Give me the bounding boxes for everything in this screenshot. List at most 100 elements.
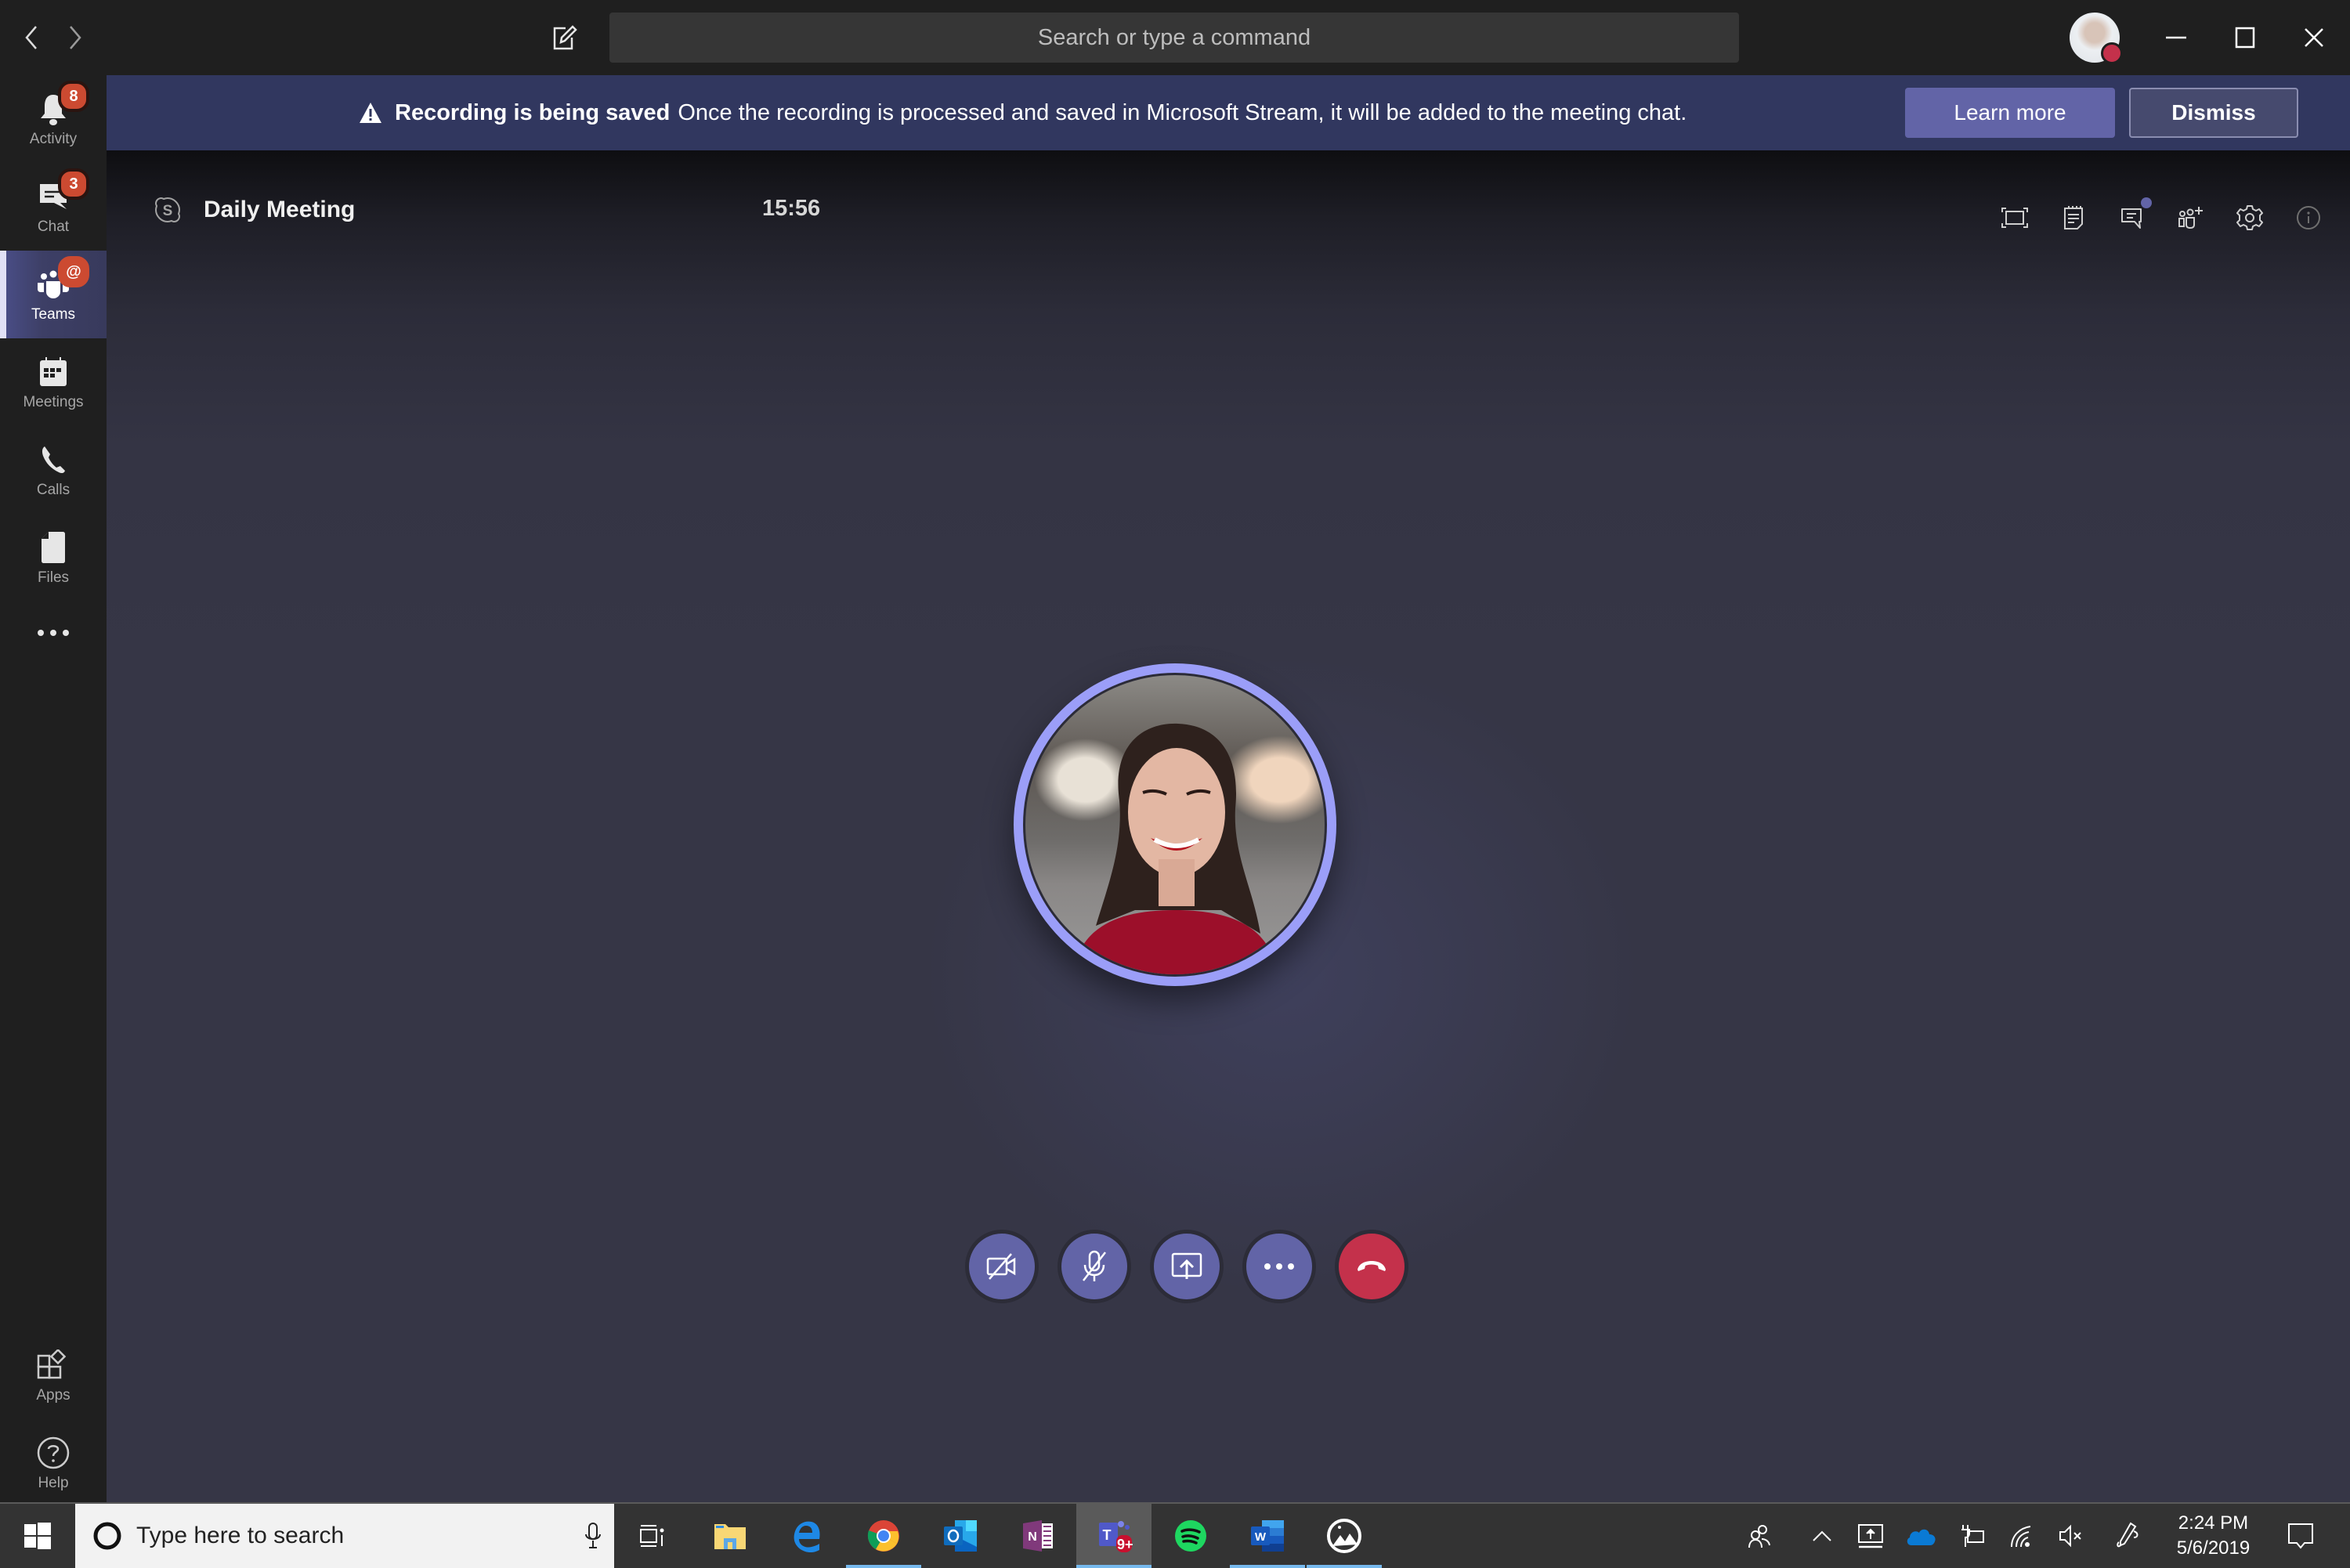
volume-muted-icon (2059, 1524, 2081, 1548)
device-settings-button[interactable] (2220, 201, 2279, 235)
settings-icon (2236, 205, 2263, 230)
chevron-right-icon (70, 26, 81, 49)
tray-volume[interactable] (2046, 1504, 2096, 1568)
meeting-header: S Daily Meeting (154, 186, 355, 233)
meeting-info-button[interactable] (2279, 201, 2337, 235)
meeting-header-actions (1985, 197, 2337, 235)
svg-text:N: N (1028, 1530, 1037, 1544)
skype-icon: S (154, 197, 181, 223)
command-search-box[interactable]: Search or type a command (609, 13, 1739, 63)
taskbar-file-explorer[interactable] (692, 1504, 768, 1568)
sidebar-item-more[interactable] (0, 602, 107, 664)
conversation-icon (2120, 208, 2142, 229)
pen-icon (2117, 1522, 2138, 1548)
fullscreen-button[interactable] (1985, 201, 2044, 235)
camera-toggle-button[interactable] (965, 1230, 1039, 1303)
dismiss-button[interactable]: Dismiss (2129, 88, 2298, 138)
minimize-button[interactable] (2153, 16, 2200, 60)
sidebar-item-teams[interactable]: @ Teams (0, 251, 107, 338)
sidebar-item-help[interactable]: Help (0, 1419, 107, 1507)
taskbar-teams[interactable]: T 9+ (1076, 1504, 1152, 1568)
windows-taskbar: Type here to search N T 9+ W 2:24 PM 5/6… (0, 1502, 2350, 1568)
camera-off-icon (986, 1253, 1016, 1280)
microphone-toggle-button[interactable] (1058, 1230, 1131, 1303)
taskbar-onenote[interactable]: N (1000, 1504, 1075, 1568)
sidebar-item-label: Calls (36, 482, 70, 498)
notifications-icon (2288, 1523, 2313, 1549)
clock-date: 5/6/2019 (2176, 1537, 2251, 1559)
sidebar-item-label: Files (37, 569, 70, 586)
forward-button[interactable] (60, 19, 91, 56)
file-explorer-icon (714, 1524, 746, 1549)
apps-icon (37, 1349, 67, 1379)
svg-text:T: T (1103, 1527, 1112, 1543)
projector-icon (1858, 1524, 1883, 1548)
battery-charging-icon (1961, 1525, 1984, 1547)
taskbar-photos[interactable] (1307, 1504, 1382, 1568)
task-view-button[interactable] (614, 1504, 689, 1568)
wifi-icon (2011, 1526, 2031, 1548)
back-button[interactable] (16, 19, 47, 56)
unread-dot (2141, 197, 2152, 208)
call-controls (965, 1230, 1427, 1303)
tray-people[interactable] (1734, 1504, 1784, 1568)
tray-network[interactable] (1996, 1504, 2046, 1568)
show-conversation-button[interactable] (2102, 197, 2161, 235)
sidebar-item-apps[interactable]: Apps (0, 1331, 107, 1419)
taskbar-search-placeholder: Type here to search (136, 1523, 345, 1548)
person-portrait-icon (1072, 723, 1278, 974)
show-participants-button[interactable] (2161, 201, 2220, 235)
svg-text:W: W (1255, 1530, 1267, 1544)
sidebar-item-calls[interactable]: Calls (0, 426, 107, 514)
tray-onedrive[interactable] (1896, 1504, 1946, 1568)
sidebar-item-label: Teams (31, 306, 75, 323)
phone-icon (42, 446, 65, 474)
participant-photo (1023, 673, 1327, 977)
spotify-icon (1175, 1520, 1206, 1552)
activity-badge: 8 (58, 81, 89, 112)
close-button[interactable] (2290, 16, 2337, 60)
taskbar-word[interactable]: W (1230, 1504, 1305, 1568)
sidebar-item-label: Apps (36, 1387, 70, 1404)
sidebar-item-files[interactable]: Files (0, 514, 107, 602)
edge-icon (794, 1521, 820, 1553)
chrome-icon (867, 1520, 899, 1552)
profile-avatar[interactable] (2070, 13, 2123, 64)
more-actions-button[interactable] (1242, 1230, 1316, 1303)
hang-up-button[interactable] (1335, 1230, 1408, 1303)
sidebar-item-chat[interactable]: 3 Chat (0, 163, 107, 251)
microphone-icon[interactable] (584, 1522, 602, 1550)
tray-project[interactable] (1846, 1504, 1896, 1568)
clock-time: 2:24 PM (2178, 1512, 2249, 1534)
onenote-icon: N (1023, 1520, 1053, 1552)
action-center-button[interactable] (2273, 1504, 2328, 1568)
participant-avatar[interactable] (1014, 663, 1336, 986)
taskbar-clock[interactable]: 2:24 PM 5/6/2019 (2160, 1504, 2266, 1568)
svg-text:S: S (163, 203, 173, 219)
tray-battery[interactable] (1946, 1504, 1996, 1568)
share-screen-button[interactable] (1150, 1230, 1224, 1303)
calendar-icon (40, 357, 67, 386)
new-chat-button[interactable] (548, 22, 580, 53)
tray-windows-ink[interactable] (2102, 1504, 2153, 1568)
maximize-button[interactable] (2222, 16, 2269, 60)
tray-show-hidden[interactable] (1797, 1504, 1847, 1568)
meeting-notes-button[interactable] (2044, 201, 2102, 235)
title-bar: Search or type a command (0, 0, 2350, 75)
more-horizontal-icon (1264, 1263, 1294, 1270)
file-icon (42, 532, 65, 563)
hang-up-icon (1358, 1261, 1386, 1271)
start-button[interactable] (0, 1504, 75, 1568)
taskbar-search-box[interactable]: Type here to search (75, 1504, 614, 1568)
learn-more-button[interactable]: Learn more (1905, 88, 2115, 138)
sidebar-item-activity[interactable]: 8 Activity (0, 75, 107, 163)
share-screen-icon (1171, 1252, 1202, 1279)
taskbar-chrome[interactable] (846, 1504, 921, 1568)
taskbar-spotify[interactable] (1153, 1504, 1228, 1568)
windows-logo-icon (24, 1523, 51, 1549)
taskbar-edge[interactable] (769, 1504, 844, 1568)
taskbar-outlook[interactable] (923, 1504, 998, 1568)
teams-mention-badge: @ (58, 256, 89, 287)
sidebar-item-meetings[interactable]: Meetings (0, 338, 107, 426)
info-icon (2296, 206, 2320, 229)
